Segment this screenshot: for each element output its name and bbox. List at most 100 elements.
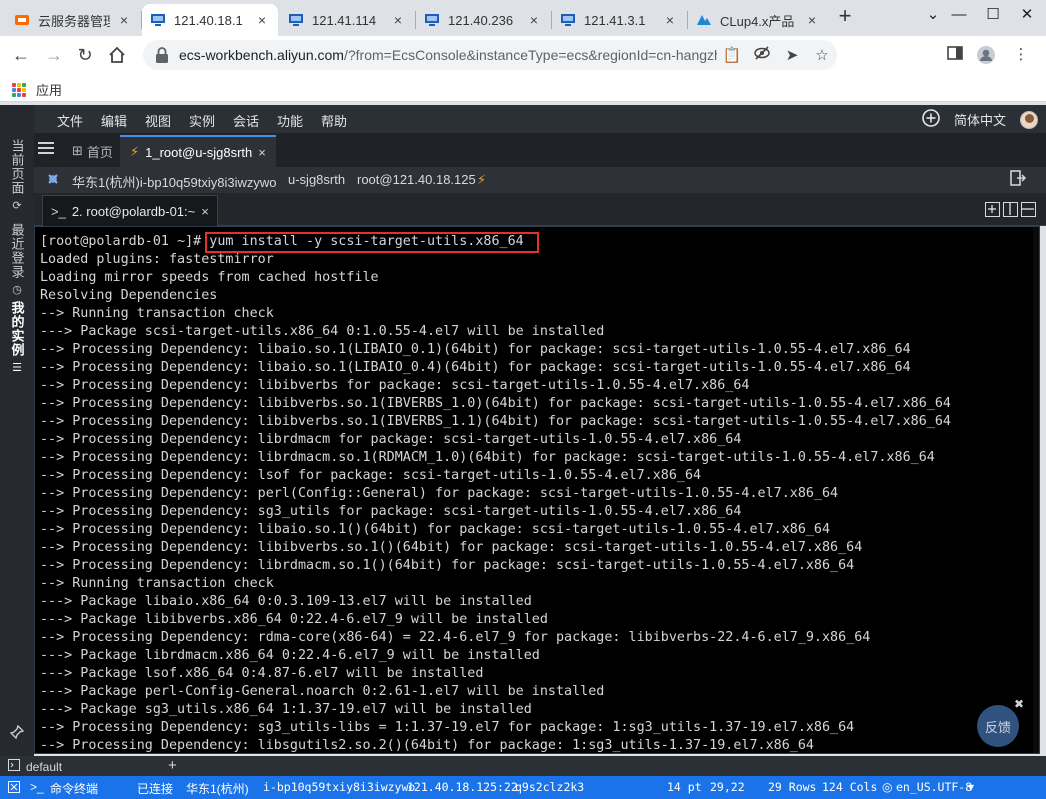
new-tab-button[interactable]: + [834,5,856,28]
list-icon: ☰ [12,362,22,374]
menu-function[interactable]: 功能 [277,111,303,130]
close-icon[interactable]: × [662,12,678,28]
apps-button[interactable]: 应用 [12,80,62,99]
split-horizontal-icon[interactable] [1021,202,1036,217]
home-icon[interactable] [106,44,128,66]
forward-icon[interactable]: → [43,44,65,66]
terminal-line: Loaded plugins: fastestmirror [40,252,274,267]
browser-tab-server-1[interactable]: 121.40.18.1 × [142,4,278,36]
close-icon[interactable]: × [390,12,406,28]
menu-help[interactable]: 帮助 [321,111,347,130]
status-locale[interactable]: en_US.UTF-8 [896,780,972,794]
browser-tab-clup[interactable]: CLup4.x产品 × [688,4,828,36]
minimize-button[interactable]: — [946,4,972,26]
eye-slash-icon[interactable] [747,46,777,64]
terminal-line: --> Processing Dependency: perl(Config::… [40,486,839,501]
browser-tab-server-2[interactable]: 121.41.114 × [280,4,414,36]
browser-tab-title: 121.41.114 [312,12,377,28]
browser-menu-icon[interactable]: ⋮ [1010,45,1032,67]
language-selector[interactable]: 简体中文 [954,110,1006,129]
user-id: u-sjg8srth [288,172,346,187]
browser-toolbar: ← → ↻ ecs-workbench.aliyun.com/?from=Ecs… [0,36,1046,74]
tab-session[interactable]: ⚡ 1_root@u-sjg8srth × [120,135,276,167]
terminal-line: Resolving Dependencies [40,288,218,303]
refresh-icon: ⟳ [12,200,22,212]
menu-session[interactable]: 会话 [233,111,259,130]
close-icon[interactable]: × [258,145,266,160]
feedback-button[interactable]: 反馈 [977,705,1019,747]
address-bar[interactable]: ecs-workbench.aliyun.com/?from=EcsConsol… [143,40,837,70]
terminal-line: --> Processing Dependency: libibverbs.so… [40,414,951,429]
status-prompt-icon: >_ [30,780,44,794]
terminal-tab[interactable]: >_ 2. root@polardb-01:~ × [42,195,218,226]
tab-home[interactable]: ⊞ 首页 [62,135,123,167]
connected-icon: ⚡ [477,172,487,187]
status-font-size[interactable]: 14 pt [667,780,702,794]
region-instance: 华东1(杭州)i-bp10q59txiy8i3iwzywo [72,175,277,190]
status-dropdown-icon[interactable]: ▾ [968,780,974,794]
split-vertical-icon[interactable] [1003,202,1018,217]
side-tab-my-instances[interactable]: 我的实例 ☰ [0,301,34,374]
terminal-tab-bar: >_ 2. root@polardb-01:~ × [34,193,1046,226]
side-tab-current-page[interactable]: 当前页面 ⟳ [0,139,34,212]
close-icon[interactable]: ✖ [1014,697,1024,711]
browser-tab-title: 121.41.3.1 [584,12,646,28]
settings-icon[interactable] [46,172,60,186]
close-icon[interactable]: × [804,12,820,28]
browser-tab-server-3[interactable]: 121.40.236 × [416,4,550,36]
clipboard-icon[interactable]: 📋 [717,46,747,64]
server-icon [288,12,304,28]
menu-file[interactable]: 文件 [57,111,83,130]
send-icon[interactable]: ➤ [777,46,807,64]
terminal-line: --> Processing Dependency: libaio.so.1(L… [40,360,911,375]
screen: 云服务器管理 × 121.40.18.1 × 121.41.114 × 121.… [0,0,1046,799]
terminal-profile-bar: default + [0,756,1046,776]
terminal-line: --> Processing Dependency: libibverbs.so… [40,396,951,411]
clock-icon: ◷ [12,284,22,296]
url-text: ecs-workbench.aliyun.com/?from=EcsConsol… [179,47,717,63]
close-icon[interactable]: × [254,12,270,28]
terminal-line: --> Processing Dependency: libibverbs fo… [40,378,750,393]
close-icon[interactable]: × [116,12,132,28]
terminal-line: --> Running transaction check [40,576,274,591]
back-icon[interactable]: ← [10,44,32,66]
browser-tab-server-4[interactable]: 121.41.3.1 × [552,4,686,36]
terminal-line: ---> Package librdmacm.x86_64 0:22.4-6.e… [40,648,540,663]
add-profile-button[interactable]: + [168,757,177,774]
terminal-line: --> Running transaction check [40,306,274,321]
close-icon[interactable]: × [526,12,542,28]
menu-instance[interactable]: 实例 [189,111,215,130]
browser-tab-bar: 云服务器管理 × 121.40.18.1 × 121.41.114 × 121.… [0,0,1046,36]
terminal-output[interactable]: [root@polardb-01 ~]# yum install -y scsi… [34,226,1040,754]
add-pane-icon[interactable] [985,202,1000,217]
terminal-line: --> Processing Dependency: librdmacm.so.… [40,450,935,465]
profile-icon[interactable] [975,45,997,67]
terminal-scrollbar[interactable] [1033,227,1039,753]
side-tab-recent-login[interactable]: 最近登录 ◷ [0,223,34,296]
browser-tab-title: 云服务器管理 [38,13,110,29]
pin-icon[interactable] [0,725,34,739]
window-close-button[interactable]: ✕ [1014,4,1040,26]
avatar[interactable] [1020,110,1038,129]
profile-tab[interactable]: default [8,759,62,774]
add-circle-icon[interactable] [922,109,940,130]
menu-edit[interactable]: 编辑 [101,111,127,130]
close-icon[interactable]: × [201,204,209,219]
ecs-console-icon [14,12,30,28]
reload-icon[interactable]: ↻ [74,44,96,66]
clup-icon [696,12,712,28]
terminal-line: Loading mirror speeds from cached hostfi… [40,270,379,285]
star-icon[interactable]: ☆ [807,46,837,64]
terminal-line: --> Processing Dependency: lsof for pack… [40,468,702,483]
browser-tab-ecs-console[interactable]: 云服务器管理 × [6,4,140,36]
maximize-button[interactable]: ☐ [980,4,1006,26]
menu-icon[interactable] [38,142,54,156]
exit-icon[interactable] [1010,170,1027,189]
browser-tab-title: 121.40.18.1 [174,12,243,28]
side-panel-icon[interactable] [944,45,966,67]
terminal-line: --> Processing Dependency: sg3_utils-lib… [40,720,855,735]
browser-tab-title: CLup4.x产品 [720,13,795,29]
status-terminal[interactable]: 命令终端 [50,780,98,797]
menu-view[interactable]: 视图 [145,111,171,130]
tab-search-icon[interactable]: ⌄ [920,4,946,26]
